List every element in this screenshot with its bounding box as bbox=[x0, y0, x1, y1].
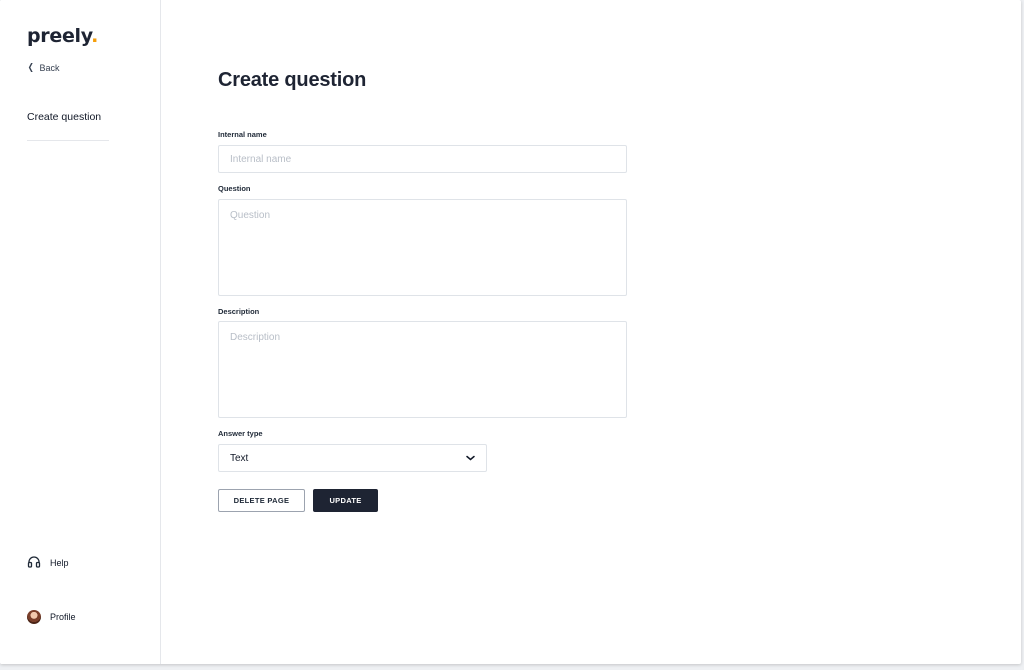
profile-link[interactable]: Profile bbox=[27, 610, 76, 624]
back-label: Back bbox=[39, 62, 60, 73]
question-textarea[interactable] bbox=[218, 199, 627, 296]
help-link[interactable]: Help bbox=[27, 555, 69, 571]
description-textarea[interactable] bbox=[218, 321, 627, 418]
help-label: Help bbox=[50, 558, 69, 568]
sidebar: preely. ❮ Back Create question Help Prof… bbox=[0, 0, 161, 664]
internal-name-input[interactable] bbox=[218, 145, 627, 173]
profile-label: Profile bbox=[50, 612, 76, 622]
answer-type-value: Text bbox=[230, 452, 249, 464]
internal-name-label: Internal name bbox=[218, 130, 267, 139]
update-button[interactable]: UPDATE bbox=[313, 489, 378, 512]
answer-type-select[interactable]: Text bbox=[218, 444, 487, 472]
back-link[interactable]: ❮ Back bbox=[27, 62, 60, 73]
delete-page-button[interactable]: DELETE PAGE bbox=[218, 489, 305, 512]
main-content: Create question Internal name Question D… bbox=[218, 0, 638, 664]
answer-type-label: Answer type bbox=[218, 429, 263, 438]
brand-dot: . bbox=[91, 25, 99, 47]
page-title: Create question bbox=[218, 69, 367, 91]
sidebar-item-label: Create question bbox=[27, 111, 102, 123]
sidebar-item-create-question[interactable]: Create question bbox=[27, 111, 109, 141]
app-window: preely. ❮ Back Create question Help Prof… bbox=[0, 0, 1021, 664]
chevron-left-icon: ❮ bbox=[27, 62, 34, 72]
headset-icon bbox=[27, 555, 41, 571]
description-label: Description bbox=[218, 307, 260, 316]
brand-logo[interactable]: preely. bbox=[27, 25, 98, 47]
brand-name: preely bbox=[27, 25, 92, 47]
question-label: Question bbox=[218, 184, 251, 193]
avatar bbox=[27, 610, 41, 624]
chevron-down-icon bbox=[465, 453, 475, 463]
